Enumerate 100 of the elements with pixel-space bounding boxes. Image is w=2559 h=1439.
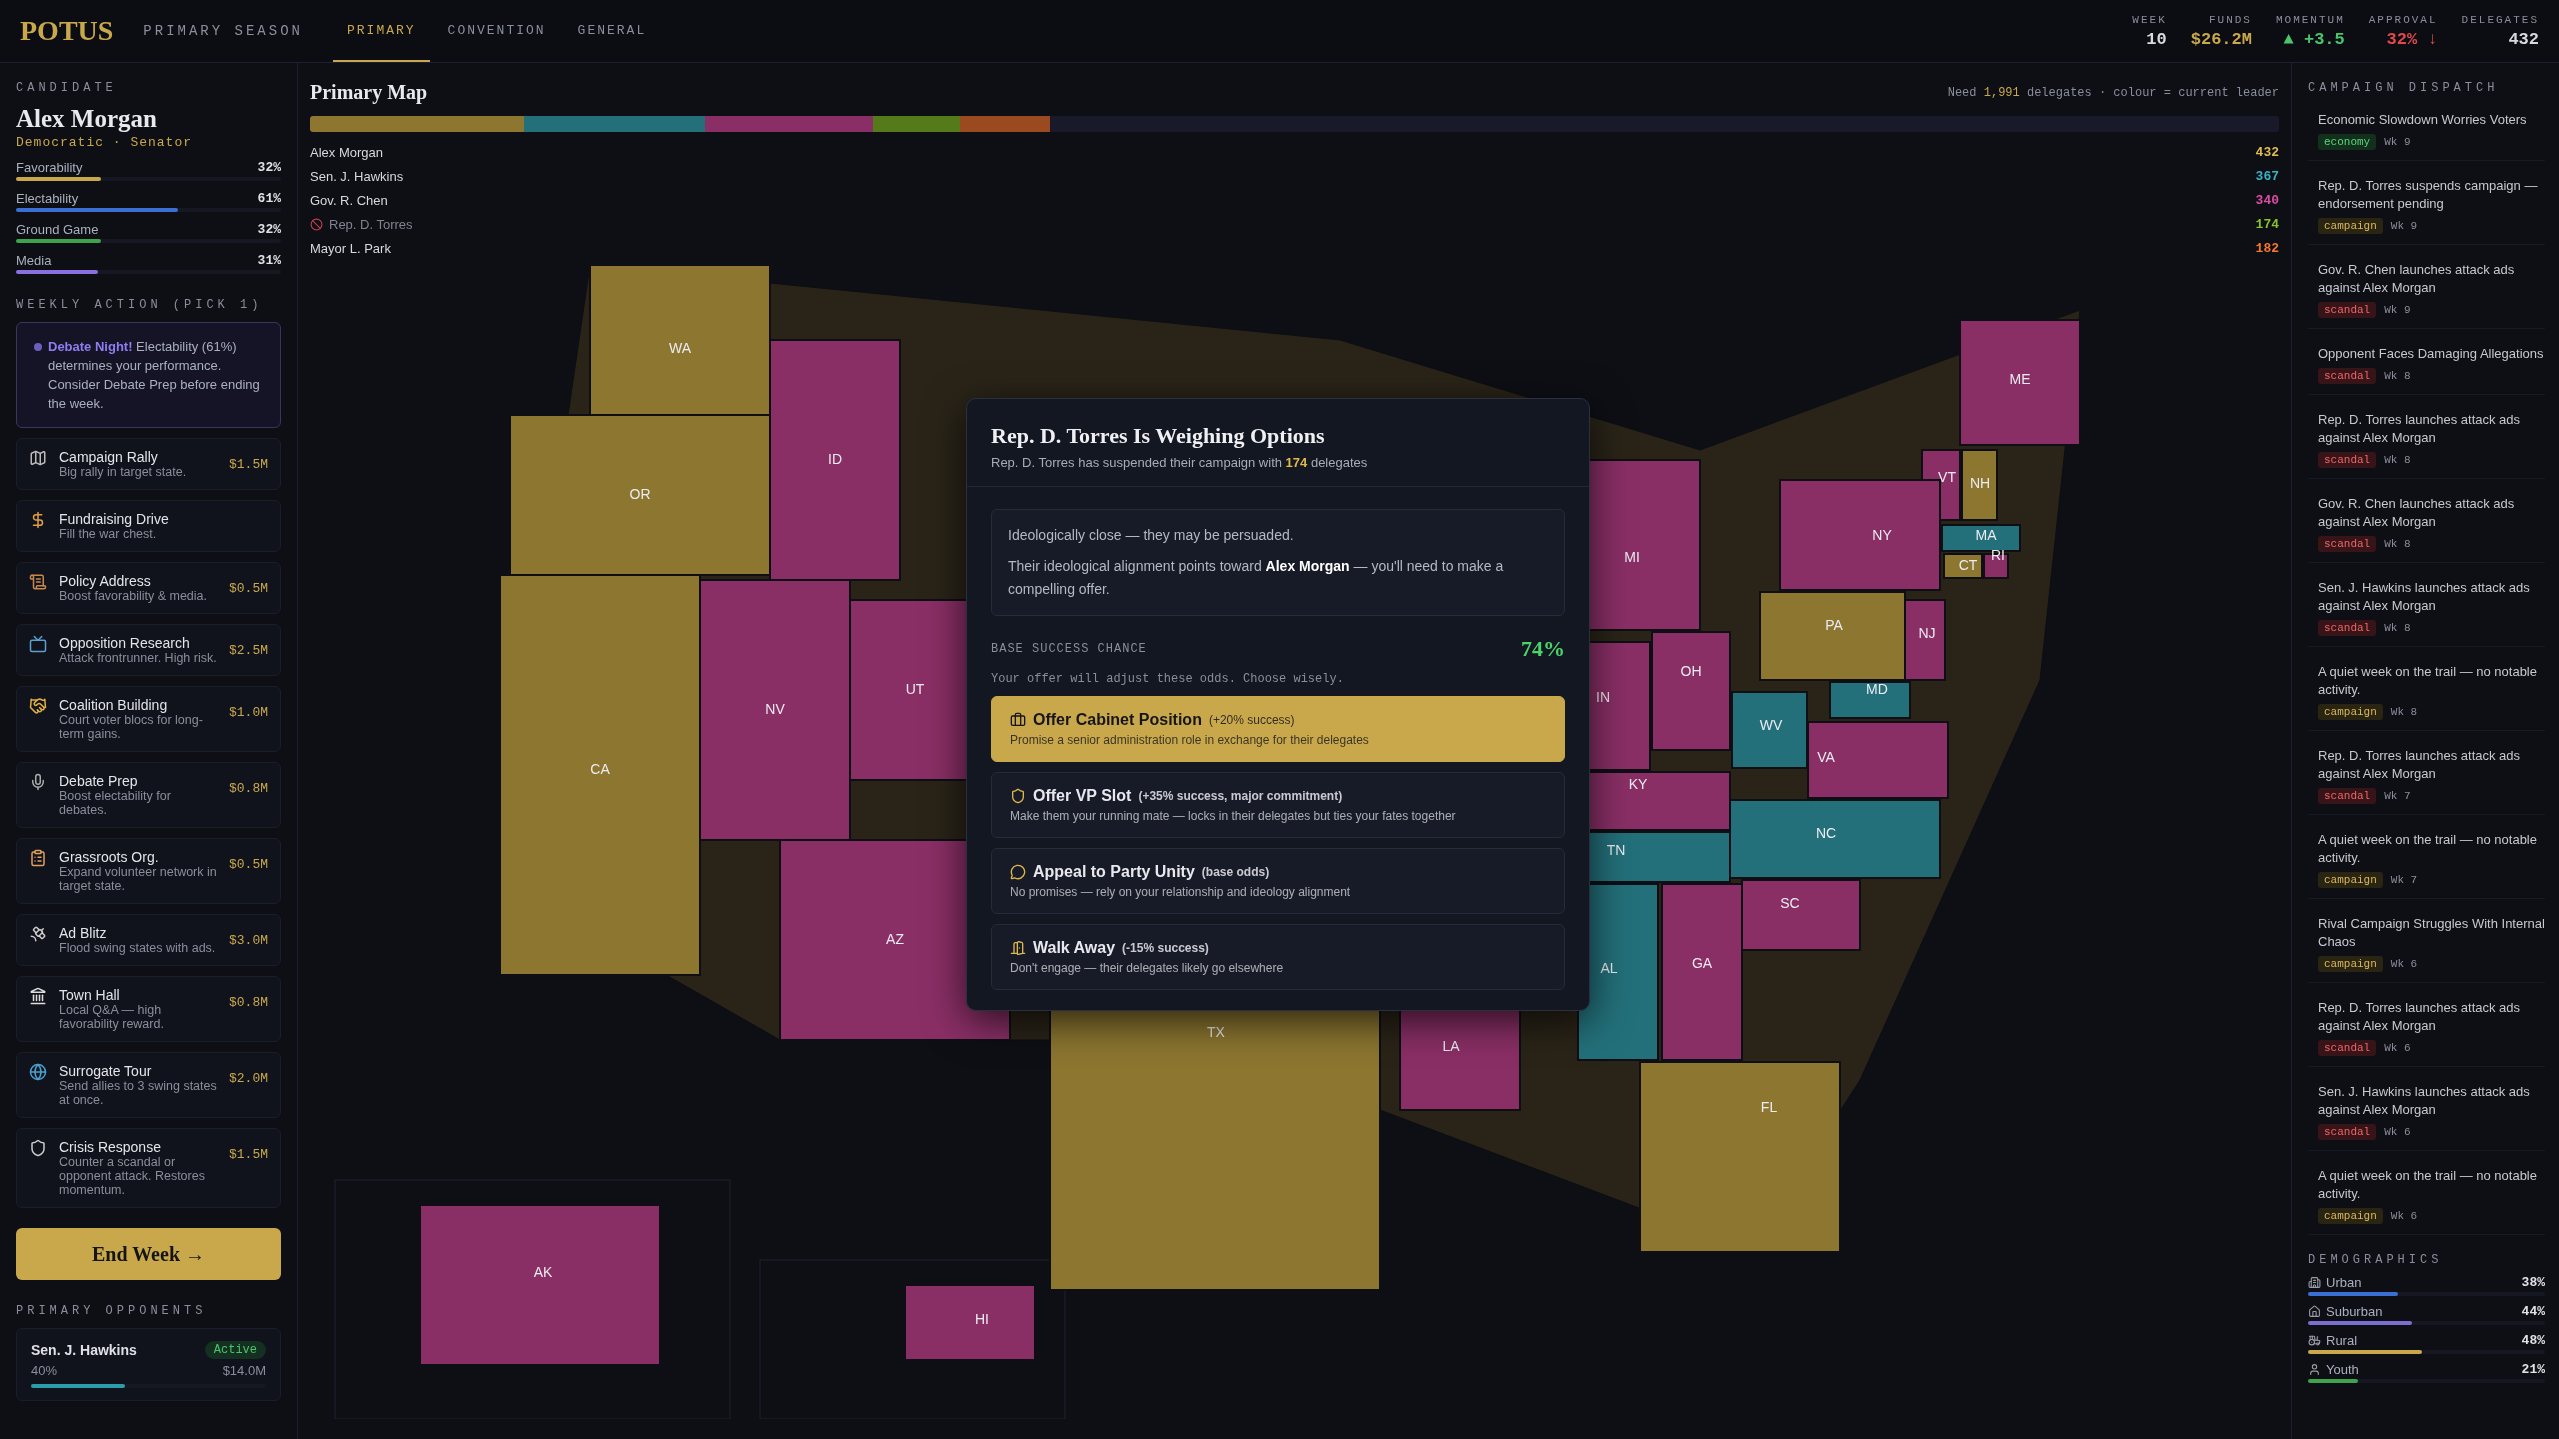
state-label: CA: [590, 760, 610, 777]
demographic-value: 21%: [2521, 1362, 2545, 1377]
action-cost: $1.5M: [229, 457, 268, 472]
candidate-legend-name: Mayor L. Park: [310, 240, 391, 256]
dispatch-title: A quiet week on the trail — no notable activity.: [2318, 663, 2538, 699]
action-card[interactable]: Town Hall Local Q&A — high favorability reward. $0.8M: [16, 976, 281, 1042]
dispatch-tag: scandal: [2318, 452, 2377, 468]
action-card[interactable]: Policy Address Boost favorability & media. $0.5M: [16, 562, 281, 614]
state-label: ID: [828, 450, 842, 467]
state-shape[interactable]: [1829, 681, 1911, 719]
offer-option[interactable]: Offer Cabinet Position (+20% success) Promise a senior administration role in exchange for their delegates: [991, 696, 1565, 762]
stat-value: 32% ↓: [2386, 29, 2438, 49]
door-icon: [1010, 940, 1026, 956]
dispatch-title: Rep. D. Torres suspends campaign — endorsement pending: [2318, 177, 2539, 213]
action-name: Surrogate Tour: [59, 1063, 153, 1079]
action-card[interactable]: Fundraising Drive Fill the war chest.: [16, 500, 281, 552]
action-cost: $1.5M: [229, 1147, 268, 1162]
tab[interactable]: GENERAL: [563, 0, 661, 62]
action-description: Boost favorability & media.: [59, 589, 208, 603]
section-label: DEMOGRAPHICS: [2308, 1253, 2444, 1267]
action-card[interactable]: Grassroots Org. Expand volunteer network in target state. $0.5M: [16, 838, 281, 904]
action-card[interactable]: Ad Blitz Flood swing states with ads. $3.0M: [16, 914, 281, 966]
state-label: TN: [1606, 841, 1626, 858]
candidate-legend-name: Sen. J. Hawkins: [310, 168, 404, 184]
scroll-icon: [29, 573, 47, 591]
tab[interactable]: CONVENTION: [433, 0, 560, 62]
person-icon: [2308, 1363, 2321, 1376]
tractor-icon: [2308, 1334, 2321, 1347]
action-name: Ad Blitz: [59, 925, 108, 941]
demographic-label: Suburban: [2326, 1304, 2383, 1319]
demographic-value: 48%: [2521, 1333, 2545, 1348]
end-week-button[interactable]: End Week →: [16, 1228, 281, 1280]
action-card[interactable]: Campaign Rally Big rally in target state. $1.5M: [16, 438, 281, 490]
dispatch-title: Rival Campaign Struggles With Internal Chaos: [2318, 915, 2545, 951]
candidate-legend-name: Rep. D. Torres: [329, 216, 413, 232]
attribute-value: 31%: [257, 253, 281, 268]
state-label: AL: [1600, 959, 1618, 976]
state-shape[interactable]: [1904, 599, 1946, 681]
dispatch-tag: scandal: [2318, 536, 2377, 552]
state-label: RI: [1991, 546, 2005, 563]
state-label: WV: [1759, 716, 1783, 733]
state-shape[interactable]: [1943, 553, 1983, 579]
attribute-value: 32%: [257, 160, 281, 175]
delegate-count: 367: [2255, 168, 2279, 184]
action-cost: $3.0M: [229, 933, 268, 948]
action-cost: $0.8M: [229, 781, 268, 796]
satellite-icon: [29, 925, 47, 943]
dispatch-tag: scandal: [2318, 1124, 2377, 1140]
dispatch-tag: scandal: [2318, 302, 2377, 318]
map-icon: [29, 449, 47, 467]
tab[interactable]: PRIMARY: [333, 0, 430, 62]
action-description: Flood swing states with ads.: [59, 941, 217, 955]
candidate-party: Democratic · Senator: [16, 135, 194, 150]
delegate-count: 182: [2255, 240, 2279, 256]
state-label: NH: [1969, 474, 1991, 491]
dispatch-tag: scandal: [2318, 788, 2377, 804]
section-label: CAMPAIGN DISPATCH: [2308, 81, 2500, 95]
map-title: Primary Map: [310, 81, 428, 104]
action-name: Town Hall: [59, 987, 121, 1003]
stat-value: ▲ +3.5: [2283, 29, 2345, 49]
offer-option[interactable]: Offer VP Slot (+35% success, major commitment) Make them your running mate — locks in their delegates but ties your fates together: [991, 772, 1565, 838]
delegate-count: 340: [2255, 192, 2279, 208]
dispatch-title: Gov. R. Chen launches attack ads against Alex Morgan: [2318, 261, 2516, 297]
state-label: IN: [1596, 688, 1610, 705]
dispatch-title: A quiet week on the trail — no notable activity.: [2318, 831, 2538, 867]
state-shape[interactable]: [1961, 449, 1998, 521]
dialog-title: Rep. D. Torres Is Weighing Options: [991, 423, 1326, 449]
state-label: OH: [1680, 662, 1702, 679]
action-card[interactable]: Surrogate Tour Send allies to 3 swing states at once. $2.0M: [16, 1052, 281, 1118]
state-label: HI: [975, 1310, 989, 1327]
briefcase-icon: [1010, 712, 1026, 728]
section-label: WEEKLY ACTION (PICK 1): [16, 298, 264, 312]
alert-dot-icon: [34, 343, 42, 351]
action-card[interactable]: Crisis Response Counter a scandal or opponent attack. Restores momentum. $1.5M: [16, 1128, 281, 1208]
action-description: Court voter blocs for long-term gains.: [59, 713, 204, 741]
speech-bubble-icon: [1010, 864, 1026, 880]
state-label: NV: [765, 700, 785, 717]
state-label: TX: [1207, 1023, 1225, 1040]
offer-option[interactable]: Walk Away (-15% success) Don't engage — their delegates likely go elsewhere: [991, 924, 1565, 990]
state-label: VA: [1817, 748, 1835, 765]
state-label: LA: [1442, 1037, 1460, 1054]
stat-label: DELEGATES: [2461, 13, 2539, 26]
dispatch-week: Wk 6: [2384, 1042, 2411, 1054]
state-shape[interactable]: [1941, 524, 2021, 552]
action-name: Policy Address: [59, 573, 152, 589]
hint-text: Your offer will adjust these odds. Choose wisely.: [991, 672, 1345, 686]
chance-value: 74%: [1521, 636, 1565, 662]
dispatch-week: Wk 8: [2384, 538, 2411, 550]
state-label: AZ: [886, 930, 904, 947]
action-card[interactable]: Opposition Research Attack frontrunner. High risk. $2.5M: [16, 624, 281, 676]
stat-label: FUNDS: [2208, 13, 2252, 26]
dispatch-week: Wk 8: [2384, 454, 2411, 466]
dispatch-week: Wk 8: [2384, 622, 2411, 634]
dispatch-title: Sen. J. Hawkins launches attack ads against Alex Morgan: [2318, 1083, 2531, 1119]
action-card[interactable]: Debate Prep Boost electability for debates. $0.8M: [16, 762, 281, 828]
tv-icon: [29, 635, 47, 653]
action-card[interactable]: Coalition Building Court voter blocs for long-term gains. $1.0M: [16, 686, 281, 752]
offer-option[interactable]: Appeal to Party Unity (base odds) No promises — rely on your relationship and ideology alignment: [991, 848, 1565, 914]
attribute-label: Favorability: [16, 160, 83, 175]
map-note: Need 1,991 delegates · colour = current leader: [1947, 85, 2279, 100]
